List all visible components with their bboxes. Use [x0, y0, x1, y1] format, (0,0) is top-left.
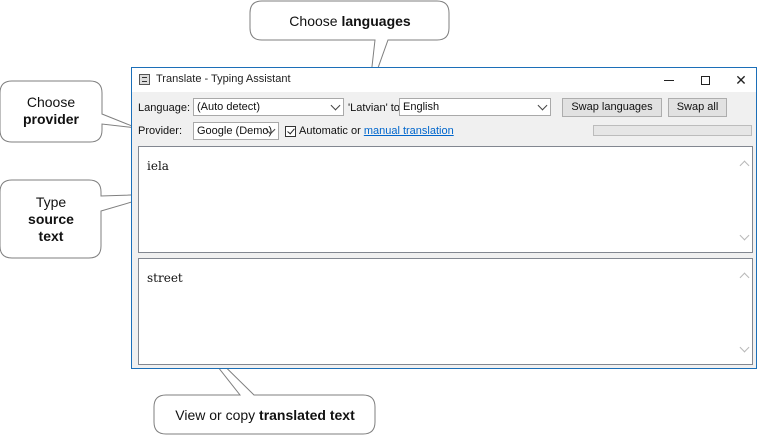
source-language-select[interactable]: (Auto detect) [193, 98, 344, 116]
minimize-button[interactable] [651, 68, 687, 92]
scroll-down-icon[interactable] [739, 342, 750, 353]
target-language-select[interactable]: English [399, 98, 551, 116]
chevron-down-icon [537, 100, 548, 111]
close-button[interactable]: ✕ [723, 68, 759, 92]
callout-translated-prefix: View or copy [175, 407, 260, 423]
provider-select[interactable]: Google (Demo) [193, 122, 279, 140]
source-text: iela [147, 159, 169, 173]
translation-progress-bar [593, 125, 752, 136]
manual-translation-link[interactable]: manual translation [364, 125, 454, 137]
callout-provider-bold: provider [22, 111, 79, 127]
callout-source-bold1: source [28, 211, 74, 227]
automatic-translation-label: Automatic or manual translation [299, 125, 454, 137]
maximize-icon [700, 75, 710, 85]
minimize-icon [664, 79, 674, 81]
automatic-label: Automatic or [299, 125, 361, 137]
callout-languages-bold: languages [341, 13, 411, 29]
callout-source-line1: Type [35, 194, 67, 210]
app-icon [139, 74, 150, 85]
source-language-value: (Auto detect) [197, 101, 260, 113]
chevron-down-icon [330, 100, 341, 111]
language-label: Language: [138, 102, 190, 114]
scroll-down-icon[interactable] [739, 230, 750, 241]
swap-languages-button[interactable]: Swap languages [562, 98, 662, 117]
translate-window: Translate - Typing Assistant ✕ Language:… [131, 67, 757, 369]
callout-translated-text: View or copy translated text [156, 407, 374, 424]
target-language-value: English [403, 101, 440, 113]
title-bar[interactable]: Translate - Typing Assistant ✕ [132, 68, 756, 92]
callout-languages-prefix: Choose [289, 13, 342, 29]
close-icon: ✕ [735, 71, 747, 88]
scroll-up-icon[interactable] [739, 272, 750, 283]
automatic-checkbox[interactable] [285, 126, 296, 137]
provider-label: Provider: [138, 125, 183, 137]
callout-translated-bold: translated text [259, 407, 355, 423]
provider-value: Google (Demo) [197, 125, 273, 137]
detected-language-label: 'Latvian' to [348, 102, 400, 114]
window-title: Translate - Typing Assistant [156, 73, 291, 85]
callout-provider-line1: Choose [26, 94, 76, 110]
callout-languages-text: Choose languages [252, 13, 448, 30]
maximize-button[interactable] [687, 68, 723, 92]
callout-source-bold2: text [38, 228, 64, 244]
translated-text-area[interactable]: street [138, 258, 753, 365]
scroll-up-icon[interactable] [739, 160, 750, 171]
translated-text: street [147, 271, 183, 285]
swap-all-button[interactable]: Swap all [668, 98, 727, 117]
callout-provider-text: Choose provider [2, 94, 100, 128]
source-text-area[interactable]: iela [138, 146, 753, 253]
callout-source-text: Type source text [2, 194, 100, 245]
